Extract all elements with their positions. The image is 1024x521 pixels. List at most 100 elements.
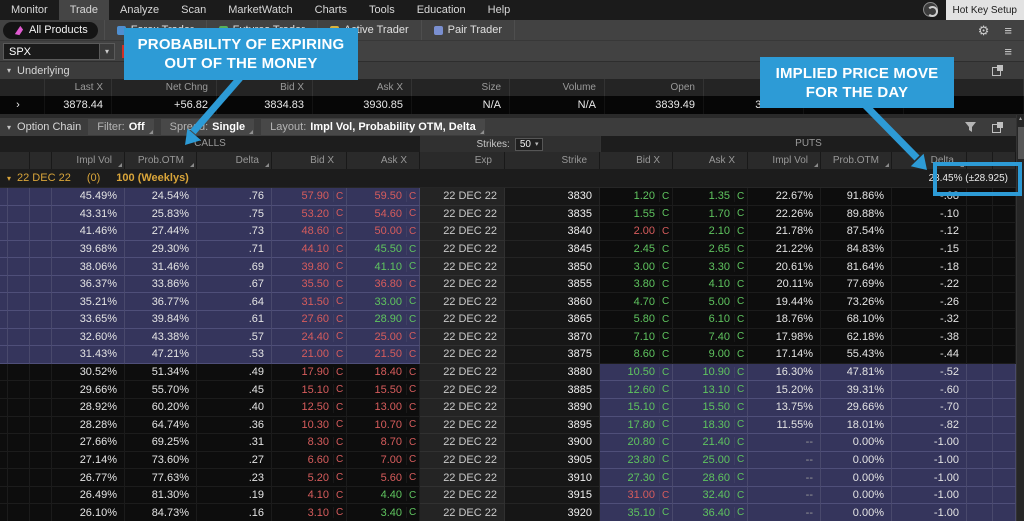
option-row-3830[interactable]: 45.49% 24.54% .76 57.90 C 59.50 C 22 DEC 22 3830… [0,188,1016,206]
call-ask-cell[interactable]: 18.40 C [347,363,420,382]
call-ask-cell[interactable]: 50.00 C [347,223,420,241]
chevron-down-icon[interactable]: ▾ [7,66,11,75]
put-ask-cell[interactable]: 18.30 C [673,416,748,435]
call-bid-cell[interactable]: 57.90 C [272,188,347,206]
option-chain-section-bar[interactable]: ▾ Option Chain Filter: Off Spread: Singl… [0,116,1024,136]
call-bid-cell[interactable]: 44.10 C [272,240,347,259]
put-ask-cell[interactable]: 13.10 C [673,381,748,399]
option-row-3905[interactable]: 27.14% 73.60% .27 6.60 C 7.00 C 22 DEC 22 3905 23… [0,451,1016,470]
col-header-putProb[interactable]: Prob.OTM [821,152,892,169]
option-row-3855[interactable]: 36.37% 33.86% .67 35.50 C 36.80 C 22 DEC 22 3855… [0,275,1016,294]
underlying-expander[interactable]: › [0,96,45,114]
put-ask-cell[interactable]: 1.35 C [673,188,748,206]
put-bid-cell[interactable]: 5.80 C [600,311,673,329]
col-header-callAsk[interactable]: Ask X [347,152,420,169]
call-bid-cell[interactable]: 8.30 C [272,434,347,452]
call-ask-cell[interactable]: 21.50 C [347,346,420,364]
put-ask-cell[interactable]: 36.40 C [673,504,748,521]
put-bid-cell[interactable]: 3.80 C [600,275,673,294]
popout-icon[interactable] [992,121,1003,133]
menu-item-scan[interactable]: Scan [170,0,217,20]
call-bid-cell[interactable]: 21.00 C [272,346,347,364]
strikes-dropdown[interactable]: 50 ▾ [514,137,544,151]
put-ask-cell[interactable]: 9.00 C [673,346,748,364]
put-bid-cell[interactable]: 1.20 C [600,188,673,206]
hotkey-setup-label[interactable]: Hot Key Setup [945,0,1024,20]
put-bid-cell[interactable]: 27.30 C [600,469,673,487]
popout-icon[interactable] [992,65,1003,76]
call-bid-cell[interactable]: 12.50 C [272,398,347,417]
col-header-callDelta[interactable]: Delta [197,152,272,169]
call-ask-cell[interactable]: 7.00 C [347,451,420,470]
call-ask-cell[interactable]: 13.00 C [347,398,420,417]
call-ask-cell[interactable]: 25.00 C [347,328,420,347]
option-row-3845[interactable]: 39.68% 29.30% .71 44.10 C 45.50 C 22 DEC 22 3845… [0,240,1016,259]
col-header-putIV[interactable]: Impl Vol [748,152,821,169]
call-bid-cell[interactable]: 27.60 C [272,311,347,329]
put-bid-cell[interactable]: 4.70 C [600,293,673,312]
put-bid-cell[interactable]: 10.50 C [600,363,673,382]
put-bid-cell[interactable]: 2.45 C [600,240,673,259]
chevron-down-icon[interactable]: ▾ [7,174,11,183]
option-row-3880[interactable]: 30.52% 51.34% .49 17.90 C 18.40 C 22 DEC 22 3880… [0,363,1016,382]
put-bid-cell[interactable]: 35.10 C [600,504,673,521]
scroll-up-icon[interactable]: ▴ [1017,115,1024,124]
call-bid-cell[interactable]: 17.90 C [272,363,347,382]
menu-item-marketwatch[interactable]: MarketWatch [217,0,303,20]
put-bid-cell[interactable]: 12.60 C [600,381,673,399]
spread-dropdown[interactable]: Spread: Single [160,119,255,135]
put-ask-cell[interactable]: 3.30 C [673,258,748,276]
option-row-3840[interactable]: 41.46% 27.44% .73 48.60 C 50.00 C 22 DEC 22 3840… [0,223,1016,241]
expiration-group-row[interactable]: ▾ 22 DEC 22 (0) 100 (Weeklys) 23.45% (±2… [0,169,1016,188]
call-ask-cell[interactable]: 54.60 C [347,205,420,224]
all-products-button[interactable]: All Products [3,21,98,39]
option-row-3835[interactable]: 43.31% 25.83% .75 53.20 C 54.60 C 22 DEC 22 3835… [0,205,1016,224]
put-ask-cell[interactable]: 1.70 C [673,205,748,224]
call-ask-cell[interactable]: 45.50 C [347,240,420,259]
menu-item-trade[interactable]: Trade [58,0,110,20]
call-ask-cell[interactable]: 33.00 C [347,293,420,312]
option-row-3865[interactable]: 33.65% 39.84% .61 27.60 C 28.90 C 22 DEC 22 3865… [0,311,1016,329]
put-bid-cell[interactable]: 17.80 C [600,416,673,435]
put-ask-cell[interactable]: 28.60 C [673,469,748,487]
put-ask-cell[interactable]: 25.00 C [673,451,748,470]
option-row-3850[interactable]: 38.06% 31.46% .69 39.80 C 41.10 C 22 DEC 22 3850… [0,258,1016,276]
col-header-callIV[interactable]: Impl Vol [52,152,125,169]
col-header-exp[interactable]: Exp [420,152,505,169]
put-bid-cell[interactable]: 20.80 C [600,434,673,452]
option-row-3870[interactable]: 32.60% 43.38% .57 24.40 C 25.00 C 22 DEC 22 3870… [0,328,1016,347]
put-bid-cell[interactable]: 3.00 C [600,258,673,276]
put-bid-cell[interactable]: 15.10 C [600,398,673,417]
col-header-callBid[interactable]: Bid X [272,152,347,169]
gear-icon[interactable]: ⚙ [978,24,990,37]
call-bid-cell[interactable]: 10.30 C [272,416,347,435]
menu-item-analyze[interactable]: Analyze [109,0,170,20]
option-row-3890[interactable]: 28.92% 60.20% .40 12.50 C 13.00 C 22 DEC 22 3890… [0,398,1016,417]
put-bid-cell[interactable]: 23.80 C [600,451,673,470]
menu-list-icon[interactable]: ≡ [1004,24,1012,37]
call-bid-cell[interactable]: 35.50 C [272,275,347,294]
put-ask-cell[interactable]: 15.50 C [673,398,748,417]
put-ask-cell[interactable]: 10.90 C [673,363,748,382]
call-ask-cell[interactable]: 3.40 C [347,504,420,521]
call-bid-cell[interactable]: 4.10 C [272,486,347,505]
put-ask-cell[interactable]: 5.00 C [673,293,748,312]
call-bid-cell[interactable]: 3.10 C [272,504,347,521]
option-row-3860[interactable]: 35.21% 36.77% .64 31.50 C 33.00 C 22 DEC 22 3860… [0,293,1016,312]
chevron-down-icon[interactable]: ▾ [7,123,11,132]
put-bid-cell[interactable]: 31.00 C [600,486,673,505]
call-ask-cell[interactable]: 36.80 C [347,275,420,294]
call-bid-cell[interactable]: 39.80 C [272,258,347,276]
call-ask-cell[interactable]: 8.70 C [347,434,420,452]
menu-item-education[interactable]: Education [406,0,477,20]
call-ask-cell[interactable]: 15.50 C [347,381,420,399]
support-icon[interactable] [923,2,938,17]
layout-dropdown[interactable]: Layout: Impl Vol, Probability OTM, Delta [261,119,485,135]
col-header-callProb[interactable]: Prob.OTM [125,152,197,169]
col-header-putBid[interactable]: Bid X [600,152,673,169]
put-bid-cell[interactable]: 1.55 C [600,205,673,224]
call-bid-cell[interactable]: 5.20 C [272,469,347,487]
filter-dropdown[interactable]: Filter: Off [88,119,154,135]
call-ask-cell[interactable]: 5.60 C [347,469,420,487]
call-bid-cell[interactable]: 31.50 C [272,293,347,312]
